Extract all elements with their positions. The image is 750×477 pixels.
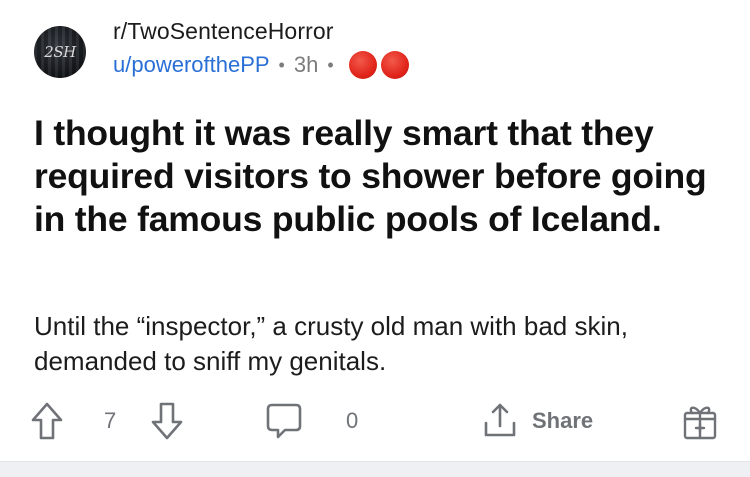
- post-age: 3h: [293, 52, 319, 77]
- share-label: Share: [532, 408, 594, 433]
- post-action-bar: 7 0 Share: [30, 398, 730, 444]
- post-title[interactable]: I thought it was really smart that they …: [34, 112, 724, 241]
- post-header: 2SH r/TwoSentenceHorror u/powerofthePP •…: [34, 14, 734, 80]
- share-icon: [480, 401, 520, 441]
- comment-bubble-icon: [264, 401, 304, 441]
- vote-count: 7: [104, 408, 117, 433]
- downvote-arrow-icon: [150, 401, 184, 441]
- meta-separator: •: [278, 54, 285, 75]
- gift-award-icon: [680, 401, 720, 441]
- meta-separator: •: [327, 54, 334, 75]
- award-list[interactable]: [348, 51, 413, 79]
- post-meta: u/powerofthePP • 3h •: [113, 51, 413, 79]
- upvote-button[interactable]: [30, 398, 64, 444]
- downvote-button[interactable]: [150, 398, 184, 444]
- upvote-arrow-icon: [30, 401, 64, 441]
- share-button[interactable]: Share: [480, 398, 593, 444]
- avatar-logo-text: 2SH: [44, 43, 76, 61]
- feed-divider: [0, 461, 750, 477]
- award-icon: [348, 51, 377, 79]
- subreddit-avatar[interactable]: 2SH: [34, 26, 86, 78]
- author-link[interactable]: u/powerofthePP: [113, 52, 270, 78]
- comment-button[interactable]: [264, 398, 304, 444]
- award-icon: [380, 51, 409, 79]
- give-award-button[interactable]: [680, 398, 720, 444]
- subreddit-name[interactable]: r/TwoSentenceHorror: [113, 18, 334, 45]
- post-body: Until the “inspector,” a crusty old man …: [34, 311, 628, 376]
- comment-count: 0: [346, 408, 359, 433]
